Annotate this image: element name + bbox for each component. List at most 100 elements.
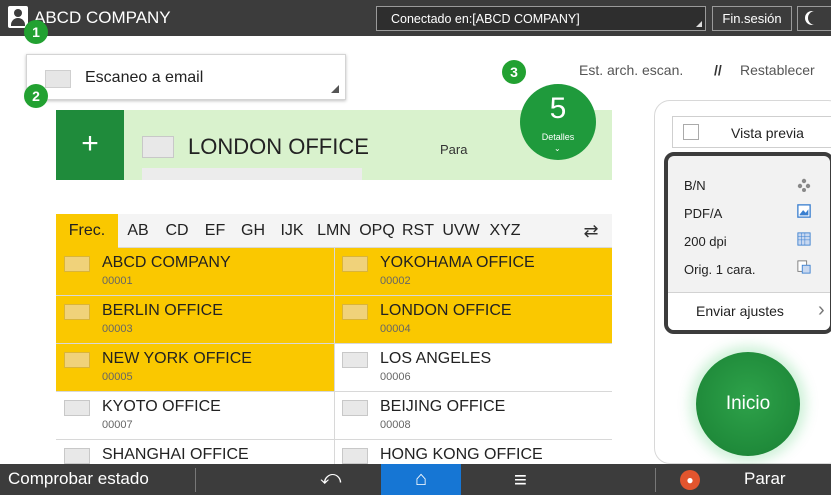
scan-function-label: Escaneo a email	[85, 69, 204, 86]
company-name: ABCD COMPANY	[34, 8, 171, 27]
entry-code: 00003	[102, 323, 133, 335]
address-entry[interactable]: KYOTO OFFICE 00007	[56, 392, 334, 440]
tab-frequent[interactable]: Frec.	[56, 214, 118, 248]
envelope-icon	[142, 136, 174, 158]
connection-status-label: Conectado en:[ABCD COMPANY]	[391, 12, 580, 26]
connection-status-select[interactable]: Conectado en:[ABCD COMPANY]	[376, 6, 706, 31]
menu-icon[interactable]: ≡	[514, 467, 527, 493]
tab-gh[interactable]: GH	[234, 214, 272, 248]
entry-code: 00001	[102, 275, 133, 287]
envelope-icon	[64, 352, 90, 368]
stop-icon[interactable]: ●	[680, 470, 700, 490]
envelope-icon	[64, 304, 90, 320]
next-destination-ghost	[142, 168, 362, 180]
entry-code: 00007	[102, 419, 133, 431]
start-button[interactable]: Inicio	[696, 352, 800, 456]
tab-ijk[interactable]: IJK	[272, 214, 312, 248]
entry-code: 00005	[102, 371, 133, 383]
resolution-value: 200 dpi	[684, 234, 727, 249]
entry-code: 00004	[380, 323, 411, 335]
logout-button[interactable]: Fin.sesión	[712, 6, 792, 31]
energy-saver-button[interactable]	[797, 6, 831, 31]
address-entry[interactable]: LONDON OFFICE 00004	[334, 296, 612, 344]
bottom-bar: Comprobar estado ⤺ ⌂ ≡ ● Parar	[0, 464, 831, 495]
file-type-value: PDF/A	[684, 206, 723, 221]
step-badge-2: 2	[24, 84, 48, 108]
envelope-icon	[342, 400, 368, 416]
send-settings-button[interactable]: Enviar ajustes ›	[668, 292, 830, 330]
entry-code: 00002	[380, 275, 411, 287]
details-label: Detalles	[541, 132, 575, 142]
entry-code: 00006	[380, 371, 411, 383]
entry-name: SHANGHAI OFFICE	[102, 446, 249, 463]
entry-name: YOKOHAMA OFFICE	[380, 254, 535, 271]
tab-rst[interactable]: RST	[398, 214, 438, 248]
scan-settings-summary[interactable]: B/N PDF/A 200 dpi Orig. 1 cara. Enviar a…	[664, 152, 831, 334]
resolution-icon	[797, 232, 811, 246]
add-destination-button[interactable]: +	[56, 110, 124, 180]
divider	[195, 468, 196, 492]
address-entry[interactable]: BEIJING OFFICE 00008	[334, 392, 612, 440]
stop-button[interactable]: Parar	[744, 469, 786, 489]
tab-ef[interactable]: EF	[196, 214, 234, 248]
address-entry[interactable]: BERLIN OFFICE 00003	[56, 296, 334, 344]
address-book-grid: ABCD COMPANY 00001 YOKOHAMA OFFICE 00002…	[56, 248, 612, 495]
reset-button[interactable]: Restablecer	[740, 62, 815, 78]
destination-name: LONDON OFFICE	[188, 134, 369, 159]
top-bar: ABCD COMPANY Conectado en:[ABCD COMPANY]…	[0, 0, 831, 36]
original-sides-icon	[797, 260, 811, 274]
envelope-icon	[45, 70, 71, 88]
home-icon: ⌂	[414, 468, 428, 490]
tab-cd[interactable]: CD	[158, 214, 196, 248]
preview-label: Vista previa	[731, 125, 804, 141]
back-icon[interactable]: ⤺	[320, 467, 341, 490]
address-entry[interactable]: LOS ANGELES 00006	[334, 344, 612, 392]
destination-role: Para	[440, 142, 468, 157]
tab-ab[interactable]: AB	[118, 214, 158, 248]
entry-name: BERLIN OFFICE	[102, 302, 223, 319]
home-button[interactable]: ⌂	[381, 464, 461, 495]
tab-opq[interactable]: OPQ	[356, 214, 398, 248]
send-settings-label: Enviar ajustes	[696, 303, 784, 319]
tab-uvw[interactable]: UVW	[438, 214, 484, 248]
preview-checkbox[interactable]	[683, 124, 699, 140]
entry-name: KYOTO OFFICE	[102, 398, 221, 415]
chevron-down-icon: ⌄	[554, 144, 561, 153]
column-divider	[334, 248, 335, 495]
dropdown-corner-icon	[331, 85, 339, 93]
preview-toggle[interactable]: Vista previa	[672, 116, 831, 148]
original-sides-value: Orig. 1 cara.	[684, 262, 756, 277]
entry-name: LOS ANGELES	[380, 350, 492, 367]
envelope-icon	[342, 304, 368, 320]
envelope-icon	[64, 448, 90, 464]
envelope-icon	[342, 448, 368, 464]
tab-xyz[interactable]: XYZ	[484, 214, 526, 248]
envelope-icon	[64, 400, 90, 416]
dropdown-corner-icon	[696, 21, 702, 27]
check-status-button[interactable]: Comprobar estado	[8, 469, 149, 489]
entry-code: 00008	[380, 419, 411, 431]
entry-name: NEW YORK OFFICE	[102, 350, 252, 367]
chevron-right-icon: ›	[818, 299, 825, 321]
swap-view-icon[interactable]: ⇄	[578, 220, 604, 242]
destination-count: 5	[549, 92, 567, 125]
scan-function-dropdown[interactable]: Escaneo a email	[26, 54, 346, 100]
step-badge-3: 3	[502, 60, 526, 84]
file-type-icon	[797, 204, 811, 218]
color-mode-icon	[797, 178, 811, 192]
envelope-icon	[342, 352, 368, 368]
entry-name: LONDON OFFICE	[380, 302, 512, 319]
address-entry[interactable]: ABCD COMPANY 00001	[56, 248, 334, 296]
address-entry[interactable]: YOKOHAMA OFFICE 00002	[334, 248, 612, 296]
address-entry[interactable]: NEW YORK OFFICE 00005	[56, 344, 334, 392]
envelope-icon	[64, 256, 90, 272]
address-book-tabs: Frec. AB CD EF GH IJK LMN OPQ RST UVW XY…	[56, 214, 612, 248]
color-mode-value: B/N	[684, 178, 706, 193]
tab-lmn[interactable]: LMN	[312, 214, 356, 248]
entry-name: ABCD COMPANY	[102, 254, 231, 271]
destination-count-button[interactable]: 5 Detalles ⌄	[520, 84, 596, 160]
entry-name: BEIJING OFFICE	[380, 398, 506, 415]
reset-icon[interactable]: //	[714, 62, 722, 78]
step-badge-1: 1	[24, 20, 48, 44]
scan-file-status-button[interactable]: Est. arch. escan.	[579, 62, 683, 78]
